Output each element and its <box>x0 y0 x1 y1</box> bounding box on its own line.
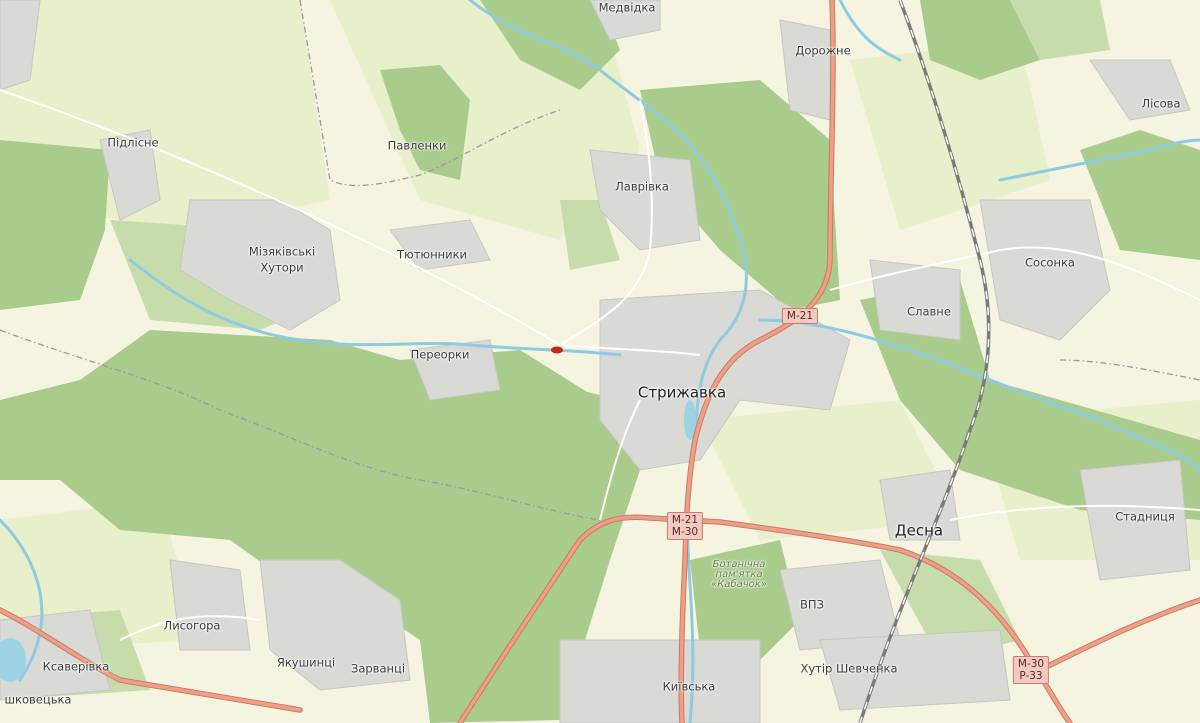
place-label-desna: Десна <box>894 521 944 540</box>
map-view[interactable]: Медвідка Дорожне Лісова Підлісне Павленк… <box>0 0 1200 723</box>
place-label-kyivska: Київська <box>662 679 716 694</box>
place-label-kseverivka: Ксаверівка <box>42 659 110 674</box>
place-label-miziakivski: Мізяківські <box>248 244 316 259</box>
place-label-pidlisne: Підлісне <box>107 135 159 150</box>
place-label-lisova: Лісова <box>1141 96 1181 111</box>
location-marker[interactable] <box>551 346 563 354</box>
road-shield-m21-m30-label-2: M-30 <box>671 526 699 538</box>
road-shield-m21-m30: M-21 M-30 <box>666 512 704 540</box>
place-label-medvidka: Медвідка <box>598 0 656 15</box>
place-label-khutir-shevchenka: Хутір Шевченка <box>800 661 898 676</box>
road-shield-m30-p33: M-30 P-33 <box>1012 656 1050 684</box>
place-label-zarvantsi: Зарванці <box>350 661 406 676</box>
road-shield-m21-m30-label-1: M-21 <box>671 514 699 526</box>
place-label-stryzhavka: Стрижавка <box>637 383 727 402</box>
place-label-lushkovetska: шковецька <box>4 692 72 707</box>
place-label-vpz: ВПЗ <box>800 597 824 612</box>
park-label-line3: «Кабачок» <box>711 579 767 590</box>
place-label-stadnytsia: Стадниця <box>1115 509 1175 524</box>
place-label-pavlenky: Павленки <box>387 138 447 153</box>
place-label-yakushyntsi: Якушинці <box>276 655 336 670</box>
place-label-lysohora: Лисогора <box>163 618 221 633</box>
map-canvas[interactable] <box>0 0 1200 723</box>
place-label-slavne: Славне <box>907 304 951 319</box>
park-label: Ботанічна пам'ятка «Кабачок» <box>711 560 767 590</box>
place-label-sosonka: Сосонка <box>1025 255 1075 270</box>
place-label-lavrivka: Лаврівка <box>615 179 669 194</box>
place-label-dorozhne: Дорожне <box>795 43 851 58</box>
road-shield-m30-p33-label-2: P-33 <box>1019 670 1043 682</box>
place-label-khutory: Хутори <box>260 260 304 275</box>
road-shield-m30-p33-label-1: M-30 <box>1017 658 1045 670</box>
road-shield-m21: M-21 <box>781 308 819 324</box>
road-shield-m21-label: M-21 <box>786 310 814 322</box>
place-label-pereorky: Переорки <box>410 347 470 362</box>
place-label-tiutiunnyky: Тютюнники <box>396 247 468 262</box>
